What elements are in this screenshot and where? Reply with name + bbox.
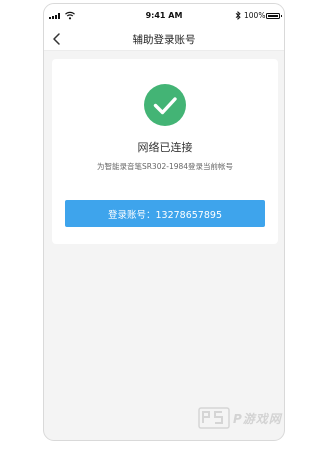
- watermark: P游戏网: [198, 407, 282, 429]
- check-circle-icon: [144, 84, 186, 126]
- battery-icon: [266, 13, 282, 19]
- navigation-bar: 辅助登录账号: [44, 28, 284, 51]
- status-bar: 9:41 AM 100%: [44, 4, 284, 28]
- battery-percentage: 100%: [244, 11, 266, 20]
- phone-frame: 9:41 AM 100% 辅助登录账号 网络已连接 为智能录音笔SR302-19…: [43, 3, 285, 441]
- connection-card: 网络已连接 为智能录音笔SR302-1984登录当前帐号 登录账号：132786…: [52, 59, 278, 244]
- watermark-text: P游戏网: [233, 411, 282, 426]
- login-account-button[interactable]: 登录账号：13278657895: [65, 200, 265, 227]
- page-title: 辅助登录账号: [132, 34, 196, 46]
- bluetooth-icon: [235, 11, 241, 20]
- watermark-logo-icon: [198, 407, 230, 429]
- connection-description: 为智能录音笔SR302-1984登录当前帐号: [96, 162, 234, 171]
- connection-status-title: 网络已连接: [137, 141, 193, 154]
